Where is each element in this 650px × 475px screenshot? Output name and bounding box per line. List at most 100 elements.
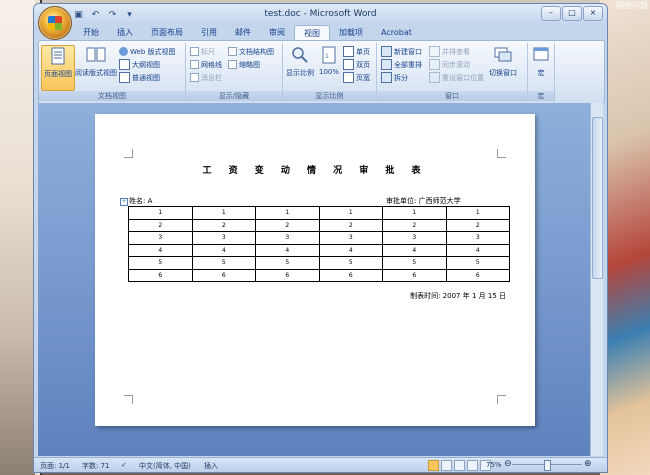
tab-add-ins[interactable]: 加载项 (330, 25, 372, 40)
title-bar: ▣ ↶ ↷ ▾ test.doc - Microsoft Word – □ × (34, 4, 607, 25)
tab-acrobat[interactable]: Acrobat (372, 25, 421, 40)
window-controls: – □ × (541, 6, 603, 21)
status-reading-icon[interactable] (441, 460, 452, 471)
split-icon (381, 72, 392, 83)
document-map-checkbox[interactable]: 文档结构图 (228, 46, 274, 57)
table-cell[interactable]: 6 (256, 269, 320, 282)
table-cell[interactable]: 4 (192, 244, 256, 257)
status-web-icon[interactable] (454, 460, 465, 471)
status-outline-icon[interactable] (467, 460, 478, 471)
web-layout-button[interactable]: Web 版式视图 (119, 46, 176, 57)
table-cell[interactable]: 2 (446, 219, 510, 232)
side-by-side-label: 并排查看 (442, 47, 470, 57)
table-cell[interactable]: 2 (383, 219, 447, 232)
word-count[interactable]: 字数: 71 (82, 461, 110, 471)
group-label-macros: 宏 (528, 91, 554, 101)
sync-scroll-icon (429, 59, 440, 70)
page-count[interactable]: 页面: 1/1 (40, 461, 70, 471)
zoom-out-icon[interactable]: ⊖ (504, 459, 512, 469)
zoom-100-button[interactable]: 1 100% (317, 45, 341, 76)
table-cell[interactable]: 5 (383, 257, 447, 270)
table-cell[interactable]: 4 (256, 244, 320, 257)
document-page[interactable]: 工 资 变 动 情 况 审 批 表 + 姓名: A 审批单位: 广西师范大学 1… (95, 114, 535, 426)
table-cell[interactable]: 5 (319, 257, 383, 270)
zoom-in-icon[interactable]: ⊕ (584, 459, 592, 469)
table-cell[interactable]: 2 (256, 219, 320, 232)
table-cell[interactable]: 6 (446, 269, 510, 282)
insert-mode[interactable]: 插入 (204, 461, 218, 471)
reset-position-button[interactable]: 重设窗口位置 (429, 72, 484, 83)
draft-button[interactable]: 普通视图 (119, 72, 160, 83)
table-cell[interactable]: 6 (129, 269, 193, 282)
table-cell[interactable]: 1 (256, 207, 320, 220)
table-cell[interactable]: 3 (446, 232, 510, 245)
table-move-handle-icon[interactable]: + (120, 198, 128, 206)
table-cell[interactable]: 2 (192, 219, 256, 232)
split-button[interactable]: 拆分 (381, 72, 408, 83)
table-cell[interactable]: 5 (129, 257, 193, 270)
arrange-all-button[interactable]: 全部重排 (381, 59, 422, 70)
window-title: test.doc - Microsoft Word (34, 9, 607, 19)
table-cell[interactable]: 4 (129, 244, 193, 257)
office-button[interactable] (38, 6, 72, 40)
tab-references[interactable]: 引用 (192, 25, 226, 40)
vertical-scrollbar[interactable] (590, 103, 603, 456)
table-cell[interactable]: 1 (383, 207, 447, 220)
table-cell[interactable]: 1 (192, 207, 256, 220)
crop-mark (124, 395, 133, 404)
table-cell[interactable]: 1 (319, 207, 383, 220)
proofing-icon[interactable]: ✓ (121, 461, 127, 469)
table-cell[interactable]: 2 (129, 219, 193, 232)
table-cell[interactable]: 4 (383, 244, 447, 257)
switch-windows-button[interactable]: 切换窗口 (483, 45, 523, 78)
table-cell[interactable]: 5 (192, 257, 256, 270)
print-layout-button[interactable]: 页面视图 (41, 45, 75, 91)
tab-mailings[interactable]: 邮件 (226, 25, 260, 40)
table-cell[interactable]: 5 (256, 257, 320, 270)
new-window-button[interactable]: 新建窗口 (381, 46, 422, 57)
tab-view[interactable]: 视图 (294, 25, 330, 41)
table-cell[interactable]: 4 (319, 244, 383, 257)
two-pages-button[interactable]: 双页 (343, 59, 370, 70)
table-cell[interactable]: 3 (192, 232, 256, 245)
macros-button[interactable]: 宏 (531, 45, 551, 78)
tab-home[interactable]: 开始 (74, 25, 108, 40)
table-cell[interactable]: 5 (446, 257, 510, 270)
zoom-level[interactable]: 75% (486, 461, 502, 469)
table-cell[interactable]: 1 (129, 207, 193, 220)
table-cell[interactable]: 3 (129, 232, 193, 245)
outline-button[interactable]: 大纲视图 (119, 59, 160, 70)
table-cell[interactable]: 3 (256, 232, 320, 245)
gridlines-checkbox[interactable]: 网格线 (190, 59, 222, 70)
language-indicator[interactable]: 中文(简体, 中国) (139, 461, 191, 471)
maximize-button[interactable]: □ (562, 6, 582, 21)
page-width-button[interactable]: 页宽 (343, 72, 370, 83)
side-by-side-button[interactable]: 并排查看 (429, 46, 470, 57)
new-window-label: 新建窗口 (394, 47, 422, 57)
table-cell[interactable]: 1 (446, 207, 510, 220)
zoom-slider-thumb[interactable] (544, 460, 551, 471)
tab-insert[interactable]: 插入 (108, 25, 142, 40)
full-reading-button[interactable]: 阅读版式视图 (75, 45, 117, 78)
message-bar-checkbox[interactable]: 消息栏 (190, 72, 222, 83)
close-button[interactable]: × (583, 6, 603, 21)
table-cell[interactable]: 6 (192, 269, 256, 282)
tab-page-layout[interactable]: 页面布局 (142, 25, 192, 40)
minimize-button[interactable]: – (541, 6, 561, 21)
ruler-checkbox[interactable]: 标尺 (190, 46, 215, 57)
sync-scroll-button[interactable]: 同步滚动 (429, 59, 470, 70)
draft-icon (119, 72, 130, 83)
status-print-layout-icon[interactable] (428, 460, 439, 471)
table-cell[interactable]: 4 (446, 244, 510, 257)
table-cell[interactable]: 6 (319, 269, 383, 282)
tab-review[interactable]: 审阅 (260, 25, 294, 40)
table-cell[interactable]: 3 (383, 232, 447, 245)
table-cell[interactable]: 6 (383, 269, 447, 282)
table-cell[interactable]: 3 (319, 232, 383, 245)
name-label: 姓名: A (129, 196, 152, 206)
scrollbar-thumb[interactable] (592, 117, 603, 279)
zoom-button[interactable]: 显示比例 (285, 45, 315, 78)
table-cell[interactable]: 2 (319, 219, 383, 232)
one-page-button[interactable]: 单页 (343, 46, 370, 57)
thumbnails-checkbox[interactable]: 缩略图 (228, 59, 260, 70)
